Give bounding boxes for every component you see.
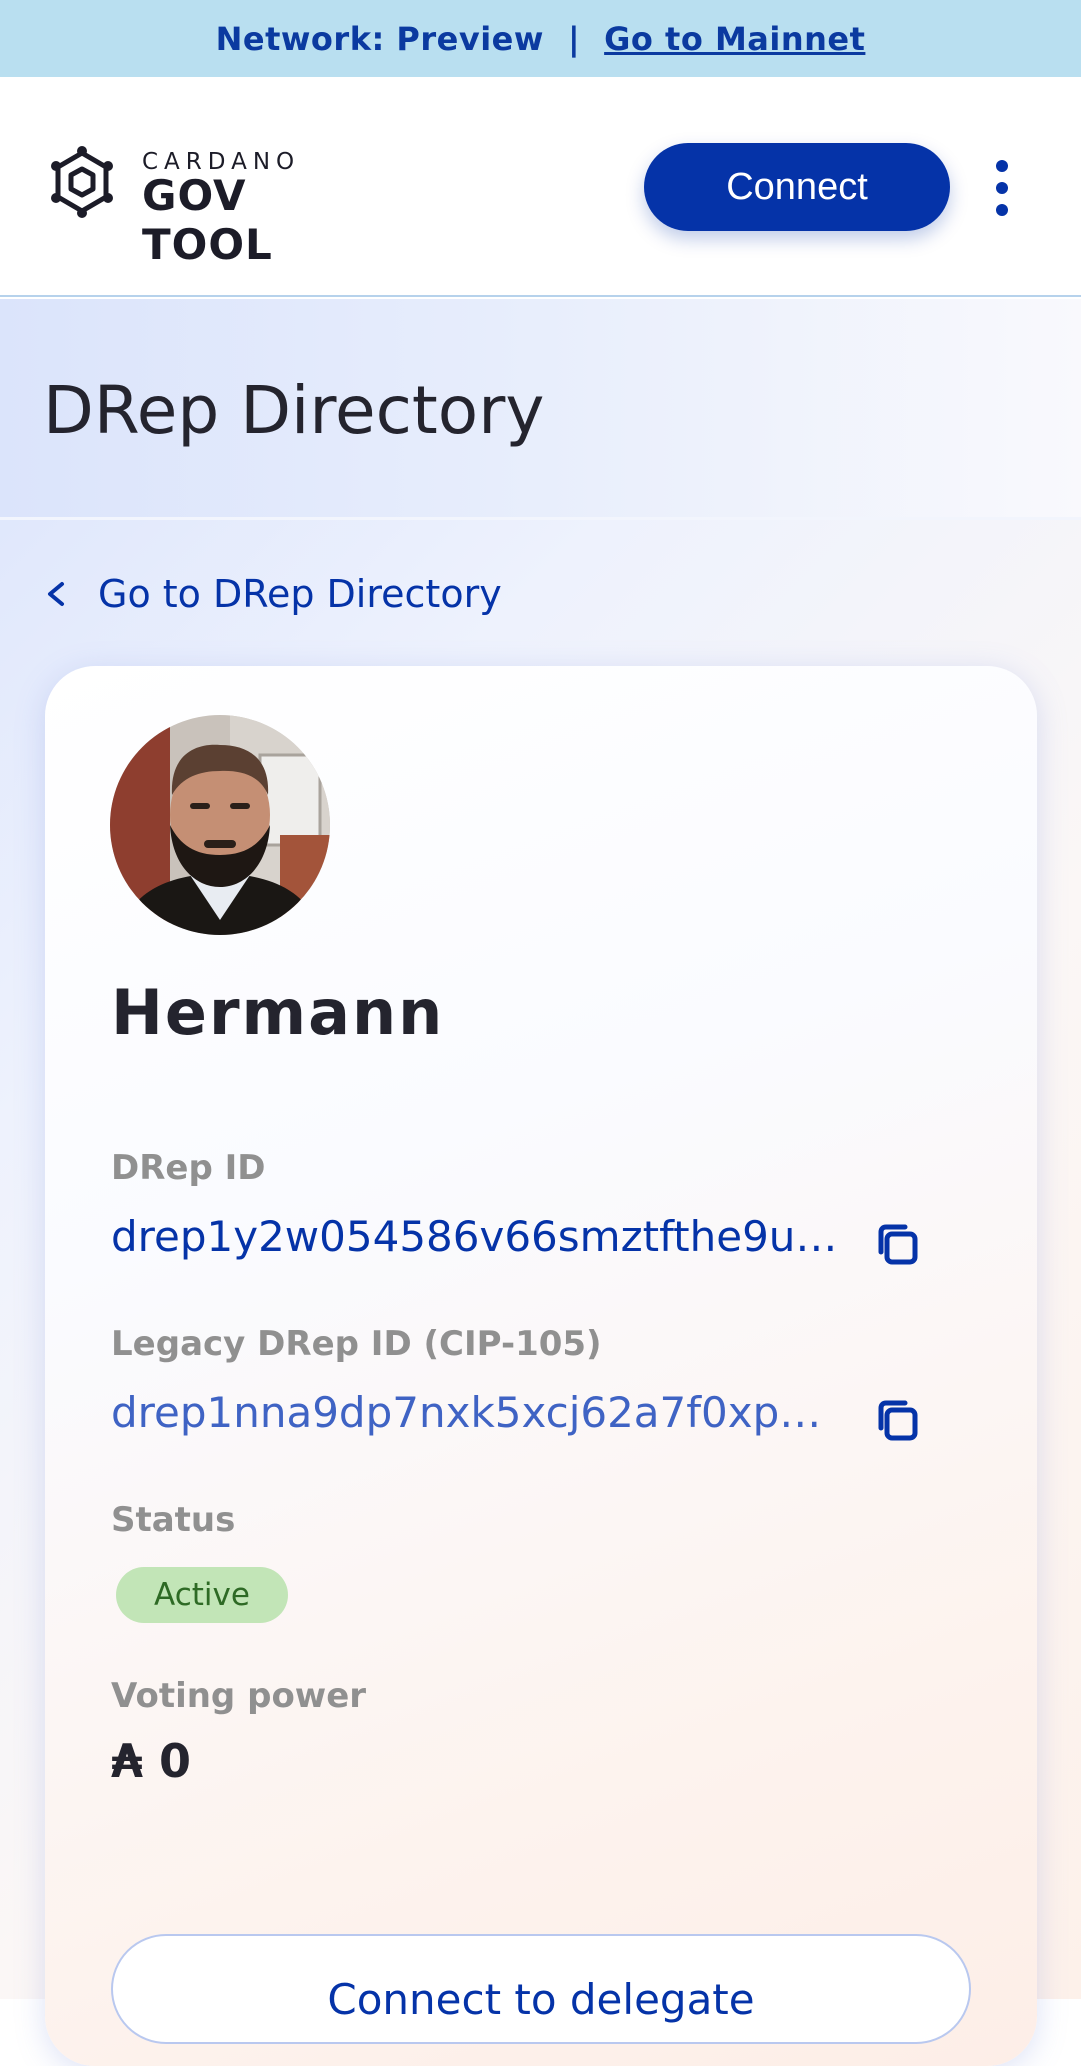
- status-label: Status: [111, 1500, 236, 1540]
- voting-power-label: Voting power: [111, 1676, 367, 1716]
- copy-legacy-drep-id-icon[interactable]: [871, 1394, 923, 1446]
- connect-wallet-button[interactable]: Connect: [644, 143, 950, 231]
- network-label: Network: Preview: [215, 19, 544, 58]
- connect-to-delegate-button[interactable]: Connect to delegate: [111, 1934, 971, 2044]
- chevron-left-icon: [48, 582, 64, 606]
- legacy-drep-id-label: Legacy DRep ID (CIP-105): [111, 1324, 602, 1364]
- status-badge: Active: [116, 1567, 288, 1623]
- avatar-photo: [110, 715, 330, 935]
- go-to-mainnet-link[interactable]: Go to Mainnet: [604, 20, 865, 58]
- cardano-logo-icon: [51, 146, 113, 218]
- more-menu-icon[interactable]: [990, 160, 1014, 216]
- drep-avatar: [110, 715, 330, 935]
- page-title: DRep Directory: [43, 372, 545, 449]
- drep-id-label: DRep ID: [111, 1148, 266, 1188]
- network-bar: Network: Preview | Go to Mainnet: [0, 0, 1081, 77]
- voting-power-value: ₳ 0: [111, 1734, 192, 1788]
- cardano-govtool-logo[interactable]: CARDANO GOV TOOL: [42, 145, 382, 269]
- drep-name: Hermann: [111, 976, 445, 1049]
- network-separator: |: [567, 19, 581, 58]
- legacy-drep-id-value: drep1nna9dp7nxk5xcj62a7f0xp…: [111, 1388, 822, 1437]
- copy-drep-id-icon[interactable]: [871, 1218, 923, 1270]
- logo-govtool-text: GOV TOOL: [142, 171, 273, 269]
- drep-detail-card: Hermann DRep ID drep1y2w054586v66smztfth…: [45, 666, 1037, 2066]
- back-link-label: Go to DRep Directory: [98, 572, 502, 616]
- back-to-directory-link[interactable]: Go to DRep Directory: [42, 566, 502, 622]
- drep-id-value: drep1y2w054586v66smztfthe9u…: [111, 1212, 838, 1261]
